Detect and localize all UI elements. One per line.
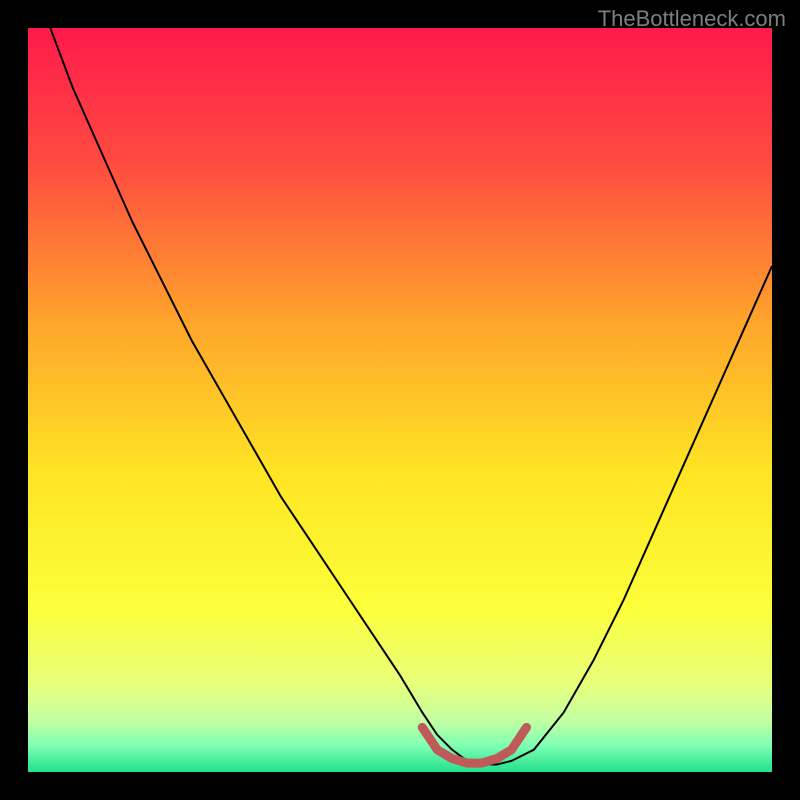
- chart-container: TheBottleneck.com: [0, 0, 800, 800]
- plot-area: [28, 28, 772, 772]
- bottleneck-curve-chart: [28, 28, 772, 772]
- watermark-text: TheBottleneck.com: [598, 6, 786, 32]
- gradient-background: [28, 28, 772, 772]
